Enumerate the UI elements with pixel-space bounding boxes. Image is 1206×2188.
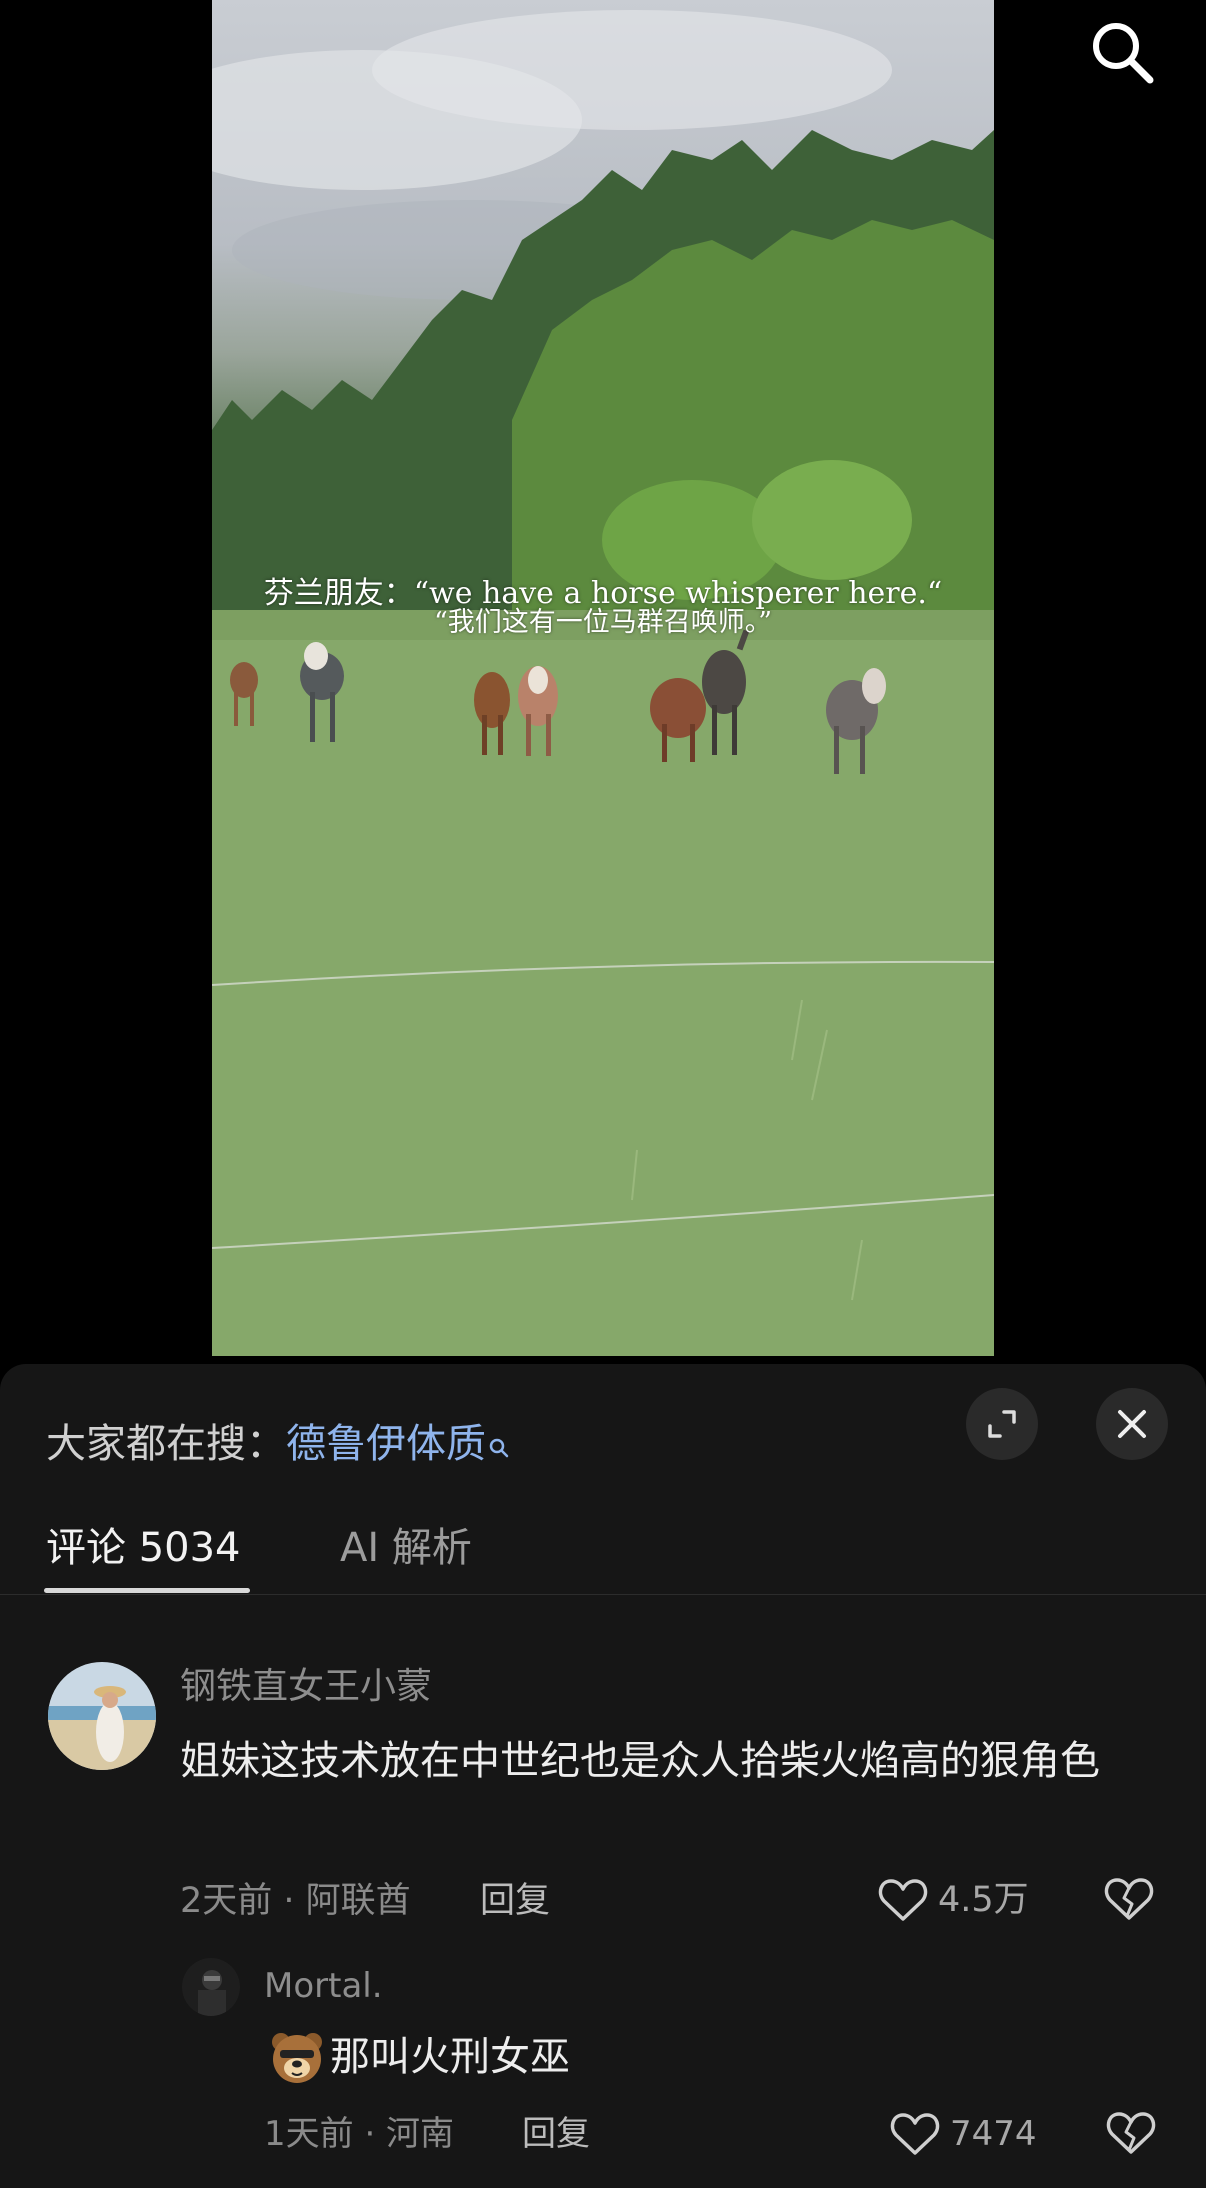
search-button[interactable] [1086,16,1158,88]
heart-icon [890,2113,940,2155]
comment-meta: 2天前 · 阿联酋 [180,1881,411,1921]
reply-reply-button[interactable]: 回复 [522,2112,590,2156]
close-icon [1118,1410,1146,1438]
tab-comments[interactable]: 评论 5034 [46,1520,241,1576]
comment-username[interactable]: 钢铁直女王小蒙 [180,1664,432,1710]
dislike-button[interactable] [1104,1876,1154,1926]
video-frame-image [212,10,994,1356]
reply-dislike-button[interactable] [1106,2110,1156,2160]
expand-icon [988,1410,1016,1438]
comment-text: 姐妹这技术放在中世纪也是众人拾柴火焰高的狠角色 [180,1738,1100,1784]
active-tab-indicator [44,1588,250,1593]
reply-avatar[interactable] [182,1958,240,2016]
avatar[interactable] [48,1662,156,1770]
reply-meta: 1天前 · 河南 [264,2114,455,2154]
bear-face-icon [268,2028,326,2090]
heart-icon [878,1879,928,1921]
comment-tabs: 评论 5034 AI 解析 [0,1504,1206,1595]
reply-like-button[interactable]: 7474 [890,2104,1037,2164]
small-search-icon [488,1418,510,1474]
video-subtitle-chinese: “我们这有一位马群召唤师。” [433,607,773,638]
broken-heart-icon [1106,2112,1156,2154]
search-icon [1093,23,1154,84]
reply-text: 那叫火刑女巫 [330,2034,570,2080]
like-button[interactable]: 4.5万 [878,1870,1029,1930]
reply-like-count: 7474 [950,2114,1037,2154]
tab-ai-analysis[interactable]: AI 解析 [340,1520,472,1576]
hot-search-term-link[interactable]: 德鲁伊体质 [286,1421,486,1467]
video-player[interactable]: 芬兰朋友：“we have a horse whisperer here.“ “… [212,0,994,1356]
broken-heart-icon [1104,1878,1154,1920]
reply-username[interactable]: Mortal. [264,1964,383,2008]
close-button[interactable] [1096,1388,1168,1460]
hot-search-prefix: 大家都在搜： [46,1421,286,1467]
comment-panel: 大家都在搜：德鲁伊体质 评论 5034 AI 解析 钢铁直女王小蒙 姐妹这技术放… [0,1364,1206,2188]
like-count: 4.5万 [938,1880,1029,1920]
reply-button[interactable]: 回复 [480,1878,550,1924]
hot-search-bar[interactable]: 大家都在搜：德鲁伊体质 [46,1416,510,1474]
expand-button[interactable] [966,1388,1038,1460]
